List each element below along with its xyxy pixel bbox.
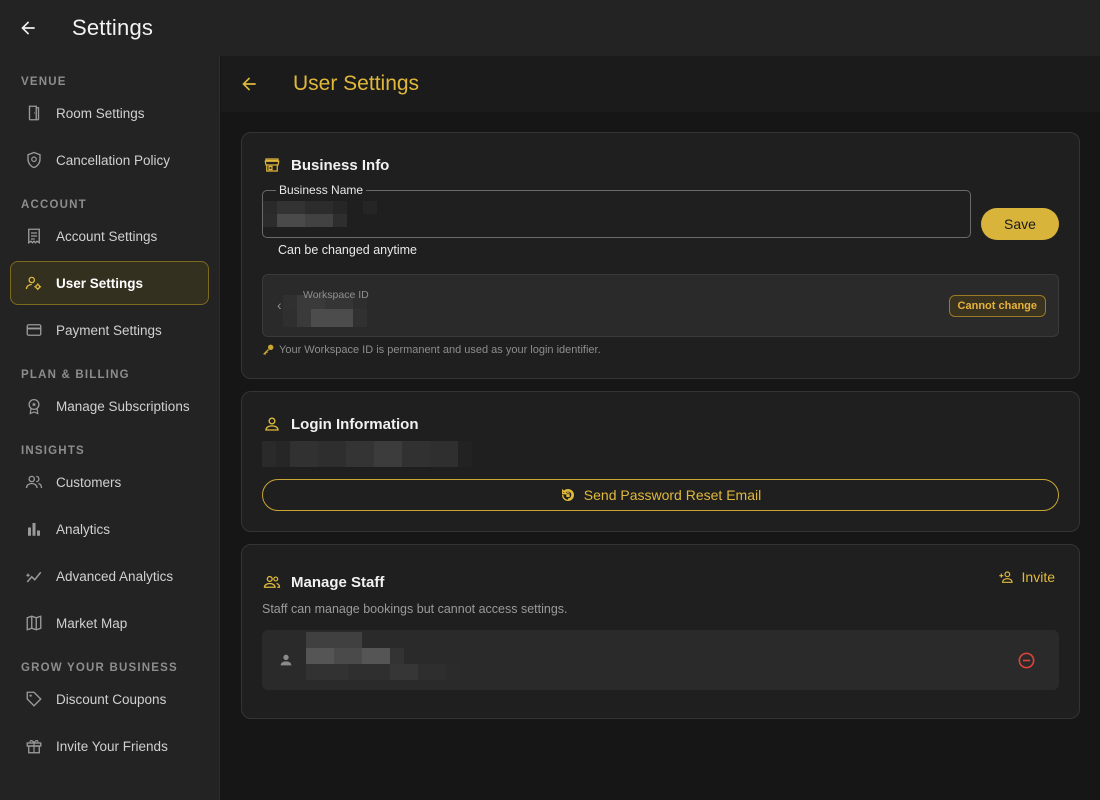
invite-button[interactable]: Invite [998,569,1055,585]
sidebar-item-label: Analytics [56,521,111,537]
person-icon [262,414,282,434]
sidebar-item-customers[interactable]: Customers [10,460,209,504]
workspace-id-label: Workspace ID [303,289,369,301]
sidebar-item-cancellation-policy[interactable]: Cancellation Policy [10,138,209,182]
page-title: User Settings [293,72,420,95]
card-title: Business Info [291,156,390,174]
map-icon [24,613,44,633]
credit-card-icon [24,320,44,340]
remove-staff-button[interactable] [1015,649,1037,671]
sidebar-item-label: Account Settings [56,228,158,244]
chevron-left-icon: ‹ [277,297,282,313]
lock-reset-icon [560,487,576,503]
sidebar-item-label: Advanced Analytics [56,568,174,584]
redacted-email [262,441,472,467]
sidebar-item-label: Market Map [56,615,128,631]
sidebar-item-advanced-analytics[interactable]: Advanced Analytics [10,554,209,598]
staff-list-item [262,630,1059,690]
business-name-helper: Can be changed anytime [278,243,417,257]
minus-circle-icon [1018,652,1034,668]
sidebar-item-label: Payment Settings [56,322,162,338]
sidebar-item-analytics[interactable]: Analytics [10,507,209,551]
manage-staff-header: Manage Staff [262,572,384,592]
sidebar-item-label: Cancellation Policy [56,152,171,168]
user-gear-icon [24,273,44,293]
field-label: Business Name [276,183,367,197]
sidebar-item-label: User Settings [56,275,144,291]
page-back-button[interactable] [221,56,277,112]
bar-chart-icon [24,519,44,539]
people-icon [24,472,44,492]
redacted-staff-info [306,632,460,680]
badge-icon [24,396,44,416]
cannot-change-badge: Cannot change [948,295,1046,317]
sidebar-item-user-settings[interactable]: User Settings [10,261,209,305]
invite-label: Invite [1021,569,1055,585]
app-title: Settings [72,15,154,40]
sidebar-item-market-map[interactable]: Market Map [10,601,209,645]
sidebar-item-label: Room Settings [56,105,145,121]
login-info-header: Login Information [262,414,418,434]
app-bar: Settings [0,0,1100,56]
sidebar-section-account: ACCOUNT [21,199,87,211]
manage-staff-card: Manage Staff Invite Staff can manage boo… [241,544,1080,719]
sidebar-item-payment-settings[interactable]: Payment Settings [10,308,209,352]
card-title: Login Information [291,415,419,433]
sidebar-section-insights: INSIGHTS [21,445,85,457]
sidebar-item-room-settings[interactable]: Room Settings [10,91,209,135]
workspace-note: Your Workspace ID is permanent and used … [262,343,601,356]
sidebar-item-discount-coupons[interactable]: Discount Coupons [10,677,209,721]
sidebar-item-label: Invite Your Friends [56,738,168,754]
shield-icon [24,150,44,170]
back-button[interactable] [0,0,56,56]
business-info-card: Business Info Business Name Can be chang… [241,132,1080,379]
business-name-input[interactable]: Business Name [262,183,971,238]
sidebar-section-plan-billing: PLAN & BILLING [21,369,130,381]
page-header: User Settings [221,56,1100,112]
person-add-icon [998,569,1014,585]
send-password-reset-button[interactable]: Send Password Reset Email [262,479,1059,511]
save-button[interactable]: Save [981,208,1059,240]
sidebar-item-label: Discount Coupons [56,691,167,707]
arrow-left-icon [21,21,35,35]
sidebar-item-label: Customers [56,474,122,490]
reset-button-label: Send Password Reset Email [583,487,762,503]
sidebar-section-venue: VENUE [21,76,67,88]
key-icon [262,343,275,356]
store-icon [262,155,282,175]
business-info-header: Business Info [262,155,389,175]
staff-description: Staff can manage bookings but cannot acc… [262,602,568,616]
workspace-id-field: ‹ Workspace ID Cannot change [262,274,1059,337]
login-info-card: Login Information Send Password Reset Em… [241,391,1080,532]
group-icon [262,572,282,592]
sidebar: VENUE Room Settings Cancellation Policy … [0,56,220,800]
arrow-left-icon [242,77,256,91]
sidebar-item-manage-subscriptions[interactable]: Manage Subscriptions [10,384,209,428]
gift-icon [24,736,44,756]
sidebar-item-label: Manage Subscriptions [56,398,190,414]
redacted-value [263,201,377,227]
door-icon [24,103,44,123]
sidebar-section-grow: GROW YOUR BUSINESS [21,662,178,674]
card-title: Manage Staff [291,573,385,591]
tag-icon [24,689,44,709]
trend-icon [24,566,44,586]
workspace-note-text: Your Workspace ID is permanent and used … [279,343,601,356]
sidebar-item-invite-friends[interactable]: Invite Your Friends [10,724,209,768]
sidebar-item-account-settings[interactable]: Account Settings [10,214,209,258]
receipt-icon [24,226,44,246]
main-content: User Settings Business Info Business Nam… [221,56,1100,800]
person-icon [276,650,296,670]
